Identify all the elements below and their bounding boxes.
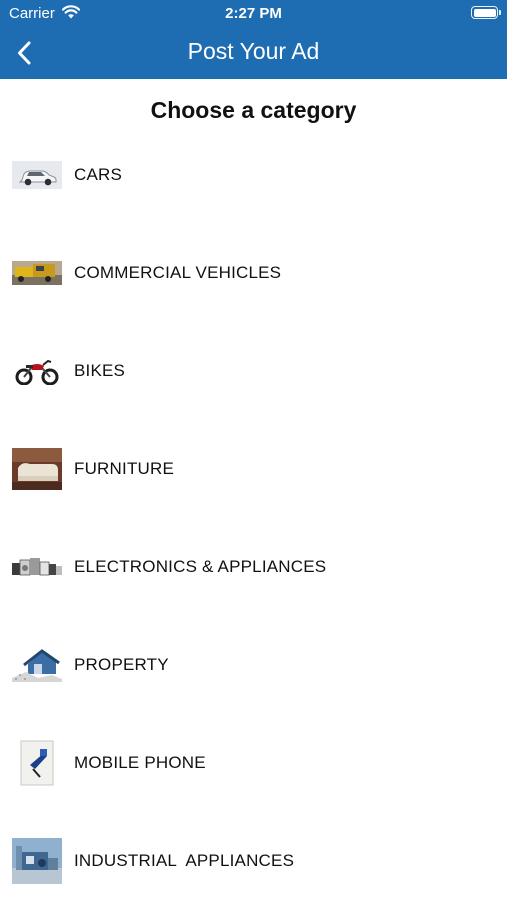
navigation-bar: Post Your Ad [0, 28, 507, 79]
motorbike-icon [12, 348, 62, 394]
clock: 2:27 PM [225, 5, 282, 22]
house-icon [12, 642, 62, 688]
category-label: COMMERCIAL VEHICLES [74, 263, 282, 282]
category-label: MOBILE PHONE [74, 753, 206, 772]
appliances-icon [12, 544, 62, 590]
mobile-phone-icon [12, 740, 62, 786]
industrial-machine-icon [12, 838, 62, 884]
category-item-furniture[interactable]: FURNITURE [0, 420, 507, 518]
battery-icon [471, 6, 501, 19]
category-label: INDUSTRIAL APPLIANCES [74, 851, 295, 870]
category-item-commercial-vehicles[interactable]: COMMERCIAL VEHICLES [0, 224, 507, 322]
car-icon [12, 152, 62, 198]
category-item-mobile-phone[interactable]: MOBILE PHONE [0, 714, 507, 812]
category-item-industrial-appliances[interactable]: INDUSTRIAL APPLIANCES [0, 812, 507, 900]
category-item-property[interactable]: PROPERTY [0, 616, 507, 714]
category-item-electronics-appliances[interactable]: ELECTRONICS & APPLIANCES [0, 518, 507, 616]
category-label: PROPERTY [74, 655, 169, 674]
category-label: BIKES [74, 361, 126, 380]
sofa-icon [12, 446, 62, 492]
category-item-cars[interactable]: CARS [0, 126, 507, 224]
top-bar: Carrier 2:27 PM Post Your Ad [0, 0, 507, 79]
status-bar: Carrier 2:27 PM [0, 0, 507, 28]
page-title: Post Your Ad [187, 38, 320, 64]
category-label: CARS [74, 165, 123, 184]
category-label: FURNITURE [74, 459, 175, 478]
truck-icon [12, 250, 62, 296]
category-item-bikes[interactable]: BIKES [0, 322, 507, 420]
section-heading: Choose a category [150, 97, 357, 123]
category-label: ELECTRONICS & APPLIANCES [74, 557, 327, 576]
